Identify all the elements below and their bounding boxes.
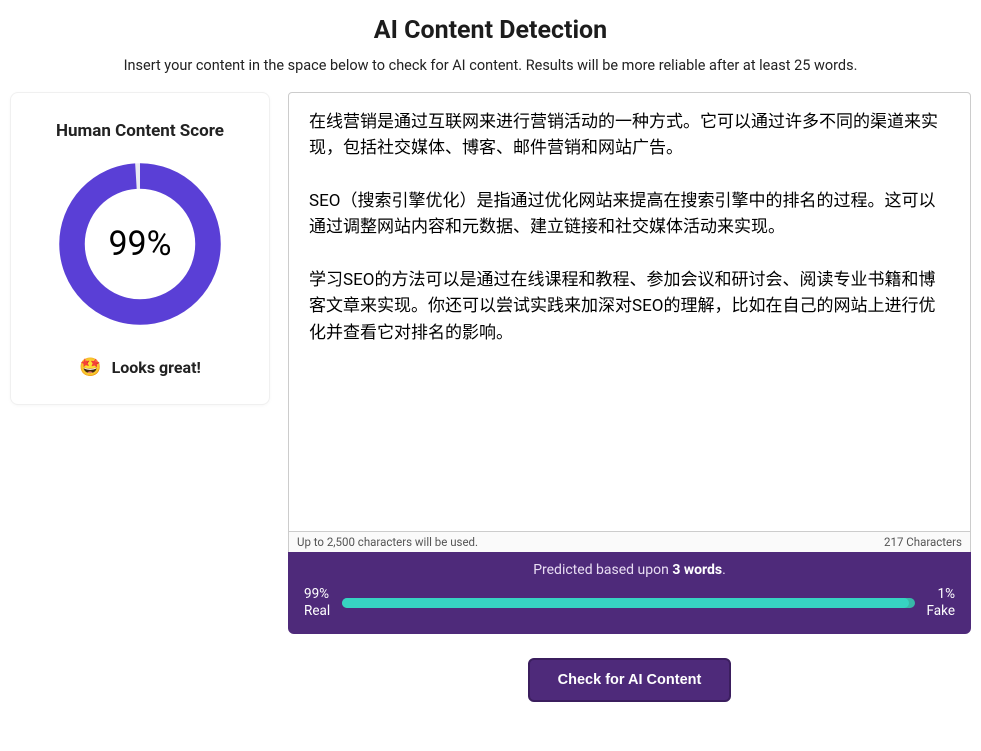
fake-percent: 1% <box>927 586 955 603</box>
status-label: Looks great! <box>112 358 201 377</box>
prediction-box: Predicted based upon 3 words. 99% Real 1… <box>288 552 971 634</box>
status-emoji-icon: 🤩 <box>79 357 101 378</box>
score-panel: Human Content Score 99% 🤩 Looks great! <box>10 92 270 405</box>
check-ai-content-button[interactable]: Check for AI Content <box>528 658 732 702</box>
page-subtitle: Insert your content in the space below t… <box>0 57 981 74</box>
fake-label: Fake <box>927 603 955 620</box>
page-title: AI Content Detection <box>0 16 981 45</box>
prediction-bar <box>342 598 914 608</box>
real-label: Real <box>304 603 330 620</box>
score-title: Human Content Score <box>29 121 251 141</box>
real-percent: 99% <box>304 586 330 603</box>
prediction-title: Predicted based upon 3 words. <box>304 562 955 578</box>
main-panel: Up to 2,500 characters will be used. 217… <box>288 92 971 702</box>
score-donut-chart: 99% <box>55 159 225 329</box>
score-value: 99% <box>108 224 171 264</box>
char-count: 217 Characters <box>884 535 962 549</box>
content-textarea[interactable] <box>288 92 971 532</box>
char-limit-note: Up to 2,500 characters will be used. <box>297 535 478 549</box>
